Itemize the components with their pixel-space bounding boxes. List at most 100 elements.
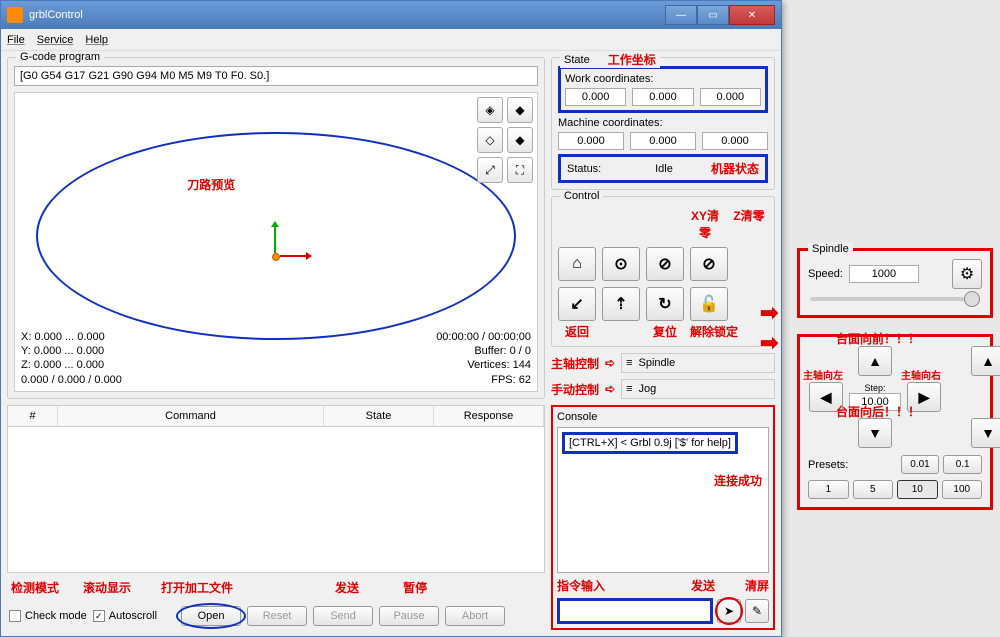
zero-xy-button[interactable]: ⊘: [646, 247, 684, 281]
close-button[interactable]: ✕: [729, 5, 775, 25]
view-iso-wire-button[interactable]: ◈: [477, 97, 503, 123]
th-state[interactable]: State: [324, 406, 434, 426]
axis-origin: [272, 253, 280, 261]
jog-collapsible[interactable]: ≡Jog: [621, 379, 775, 399]
command-table: # Command State Response: [7, 405, 545, 573]
work-y[interactable]: [632, 88, 693, 106]
spindle-toggle-button[interactable]: ⚙: [952, 259, 982, 289]
arrow-icon: ➡: [760, 330, 778, 356]
safepos-button[interactable]: ⇡: [602, 287, 640, 321]
open-button[interactable]: Open: [181, 606, 241, 626]
window-title: grblControl: [29, 9, 665, 21]
viewport-stats-left: X: 0.000 ... 0.000 Y: 0.000 ... 0.000 Z:…: [21, 330, 122, 387]
ann-autoscroll: 滚动显示: [83, 579, 131, 596]
pause-button[interactable]: Pause: [379, 606, 439, 626]
ann-open: 打开加工文件: [161, 579, 233, 596]
unlock-button[interactable]: 🔓: [690, 287, 728, 321]
hamburger-icon: ≡: [626, 383, 632, 395]
th-response[interactable]: Response: [434, 406, 544, 426]
view-top-solid-button[interactable]: ◆: [507, 127, 533, 153]
main-window: grblControl — ▭ ✕ File Service Help G-co…: [0, 0, 782, 637]
console-clear-button[interactable]: ✎: [745, 599, 769, 623]
zero-z-button[interactable]: ⊘: [690, 247, 728, 281]
x-axis-icon: [280, 255, 310, 257]
jog-z-minus-button[interactable]: ▼: [971, 418, 1000, 448]
status-value: Idle: [617, 163, 711, 175]
abort-button[interactable]: Abort: [445, 606, 505, 626]
gcode-header-input[interactable]: [14, 66, 538, 86]
checkmode-checkbox[interactable]: Check mode: [9, 610, 87, 622]
view-expand-button[interactable]: ⛶: [507, 157, 533, 183]
app-icon: [7, 7, 23, 23]
arrow-icon: ➡: [760, 300, 778, 326]
presets-label: Presets:: [808, 459, 856, 471]
jog-z-plus-button[interactable]: ▲: [971, 346, 1000, 376]
th-number[interactable]: #: [8, 406, 58, 426]
jog-y-minus-button[interactable]: ▼: [858, 418, 892, 448]
console-group: Console [CTRL+X] < Grbl 0.9j ['$' for he…: [551, 405, 775, 630]
toolpath-annotation: 刀路预览: [187, 176, 235, 193]
titlebar[interactable]: grblControl — ▭ ✕: [1, 1, 781, 29]
minimize-button[interactable]: —: [665, 5, 697, 25]
console-input[interactable]: [557, 598, 713, 624]
send-button[interactable]: Send: [313, 606, 373, 626]
spindle-popout: Spindle Speed: ⚙: [797, 248, 993, 318]
spindle-slider[interactable]: [810, 297, 980, 301]
preset-5[interactable]: 5: [853, 480, 894, 499]
preset-0.01[interactable]: 0.01: [901, 455, 940, 474]
console-output[interactable]: [CTRL+X] < Grbl 0.9j ['$' for help] 连接成功: [557, 427, 769, 573]
table-body: [8, 427, 544, 572]
preset-1[interactable]: 1: [808, 480, 849, 499]
home-button[interactable]: ⌂: [558, 247, 596, 281]
state-annotation: 工作坐标: [608, 51, 656, 68]
machine-x[interactable]: [558, 132, 624, 150]
viewport-stats-right: 00:00:00 / 00:00:00 Buffer: 0 / 0 Vertic…: [436, 330, 531, 387]
spindle-collapsible[interactable]: ≡Spindle: [621, 353, 775, 373]
ann-pause: 暂停: [403, 579, 427, 596]
menu-help[interactable]: Help: [85, 34, 108, 46]
state-group: State工作坐标 Work coordinates: Machine coor…: [551, 57, 775, 190]
reset-ctrl-button[interactable]: ↻: [646, 287, 684, 321]
y-axis-icon: [274, 223, 276, 253]
machine-z[interactable]: [702, 132, 768, 150]
maximize-button[interactable]: ▭: [697, 5, 729, 25]
state-legend: State: [564, 54, 590, 66]
spindle-annotation: 主轴控制: [551, 355, 599, 372]
work-z[interactable]: [700, 88, 761, 106]
work-x[interactable]: [565, 88, 626, 106]
view-iso-solid-button[interactable]: ◆: [507, 97, 533, 123]
probe-button[interactable]: ⊙: [602, 247, 640, 281]
ann-checkmode: 检测模式: [11, 579, 59, 596]
work-coords-box: Work coordinates:: [558, 66, 768, 113]
ann-send: 发送: [335, 579, 359, 596]
preset-10[interactable]: 10: [897, 480, 938, 499]
view-top-wire-button[interactable]: ◇: [477, 127, 503, 153]
console-send-button[interactable]: ➤: [717, 599, 741, 623]
slider-thumb[interactable]: [964, 291, 980, 307]
menu-service[interactable]: Service: [37, 34, 74, 46]
preset-100[interactable]: 100: [942, 480, 983, 499]
hamburger-icon: ≡: [626, 357, 632, 369]
view-fit-button[interactable]: ⤢: [477, 157, 503, 183]
reset-button[interactable]: Reset: [247, 606, 307, 626]
jog-y-plus-button[interactable]: ▲: [858, 346, 892, 376]
control-group: Control XY清零Z清零 ⌂ ⊙ ⊘ ⊘ ↙ ⇡ ↻ 🔓 返回复位解除锁定: [551, 196, 775, 347]
machine-y[interactable]: [630, 132, 696, 150]
jog-popout: ▲ 台面向前！！！ ▲ ◀ 主轴向左 Step: ▶ 主轴向右 ▼ 台面向后！！…: [797, 334, 993, 510]
console-message: [CTRL+X] < Grbl 0.9j ['$' for help]: [562, 432, 738, 454]
th-command[interactable]: Command: [58, 406, 324, 426]
spindle-speed-input[interactable]: [849, 265, 919, 283]
menu-file[interactable]: File: [7, 34, 25, 46]
console-connected-annotation: 连接成功: [714, 472, 762, 489]
status-annotation: 机器状态: [711, 160, 759, 177]
return-button[interactable]: ↙: [558, 287, 596, 321]
viewport[interactable]: 刀路预览 ◈ ◆ ◇ ◆ ⤢ ⛶: [14, 92, 538, 392]
autoscroll-checkbox[interactable]: ✓Autoscroll: [93, 610, 157, 622]
jog-annotation: 手动控制: [551, 381, 599, 398]
spindle-speed-label: Speed:: [808, 268, 843, 280]
status-row: Status: Idle 机器状态: [558, 154, 768, 183]
origin-dot-icon: [272, 253, 280, 261]
menubar: File Service Help: [1, 29, 781, 51]
preset-0.1[interactable]: 0.1: [943, 455, 982, 474]
gcode-group: G-code program 刀路预览 ◈ ◆: [7, 57, 545, 399]
